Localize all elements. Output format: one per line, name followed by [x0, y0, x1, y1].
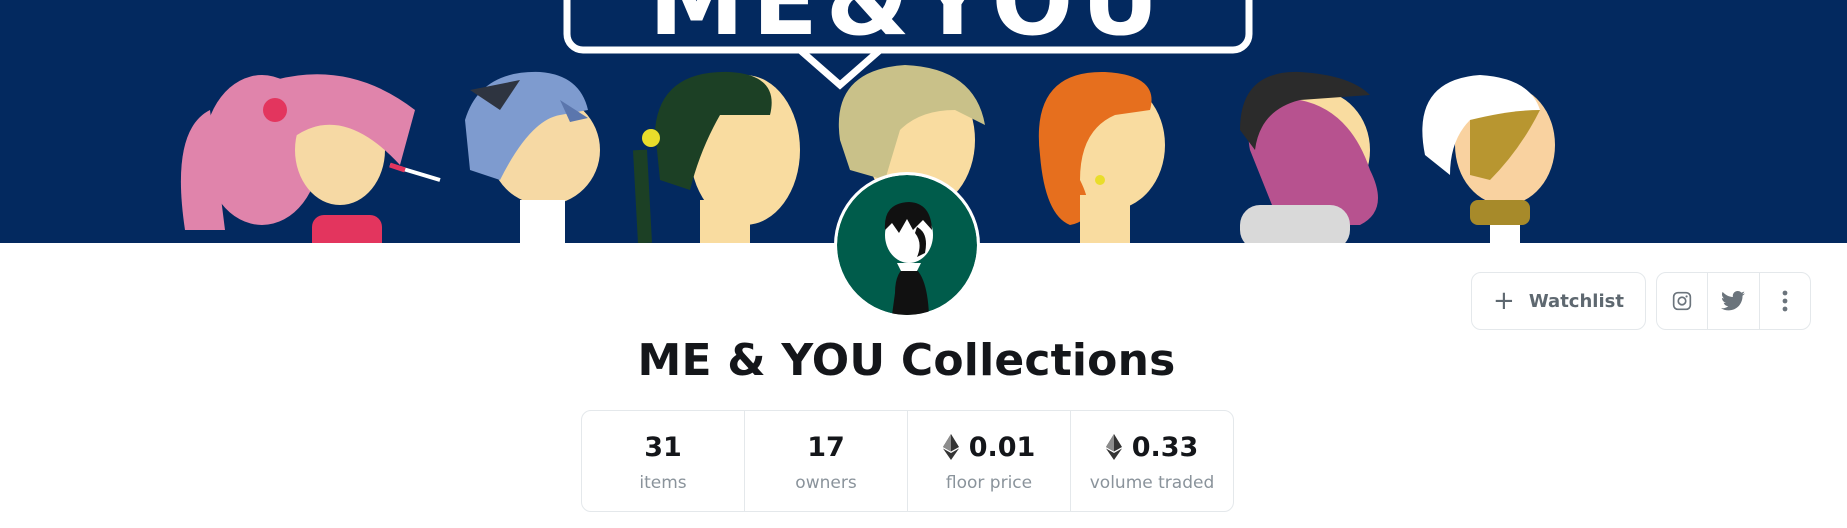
instagram-icon [1672, 291, 1692, 311]
collection-avatar [834, 172, 980, 318]
social-links [1656, 272, 1811, 330]
stat-volume-traded: 0.33 volume traded [1071, 411, 1233, 511]
ethereum-icon [942, 434, 959, 460]
stat-value: 0.33 [1105, 429, 1198, 465]
plus-icon: + [1493, 286, 1515, 316]
more-options-button[interactable] [1760, 273, 1810, 329]
stat-items: 31 items [582, 411, 745, 511]
stat-label: volume traded [1089, 473, 1215, 493]
stat-value: 17 [807, 431, 845, 463]
ethereum-icon [1105, 434, 1122, 460]
stat-owners: 17 owners [745, 411, 908, 511]
collection-stats: 31 items 17 owners 0.01 floor price 0.33… [581, 410, 1234, 512]
watchlist-label: Watchlist [1528, 290, 1624, 312]
stat-floor-price: 0.01 floor price [908, 411, 1071, 511]
avatar-image [837, 175, 977, 315]
collection-title: ME & YOU Collections [637, 335, 1176, 386]
stat-value: 31 [644, 431, 682, 463]
watchlist-button[interactable]: + Watchlist [1471, 272, 1646, 330]
more-vertical-icon [1782, 290, 1788, 312]
stat-label: items [639, 473, 687, 493]
twitter-icon [1721, 291, 1746, 311]
stat-label: floor price [945, 473, 1033, 493]
stat-value: 0.01 [942, 429, 1035, 465]
instagram-button[interactable] [1657, 273, 1709, 329]
svg-text:ME&YOU: ME&YOU [649, 0, 1167, 57]
stat-label: owners [795, 473, 857, 493]
twitter-button[interactable] [1708, 273, 1760, 329]
